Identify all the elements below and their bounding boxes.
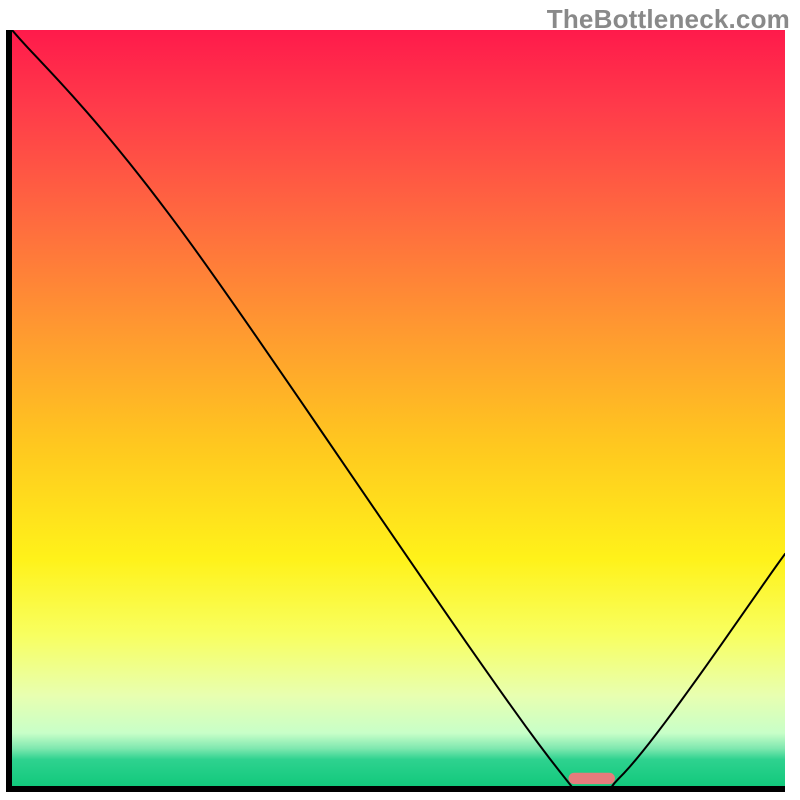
y-axis: [6, 30, 12, 792]
chart-frame: [6, 30, 785, 792]
x-axis: [6, 786, 785, 792]
chart-background: [12, 30, 785, 786]
bottleneck-chart: [6, 30, 785, 792]
optimal-marker: [569, 773, 615, 784]
